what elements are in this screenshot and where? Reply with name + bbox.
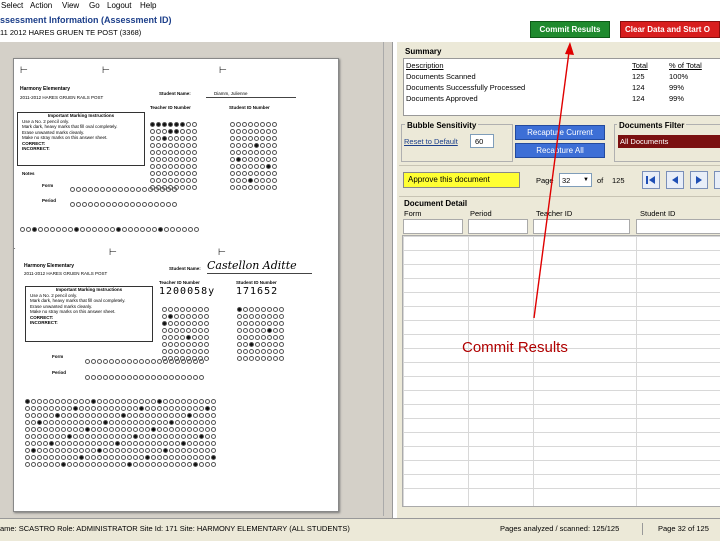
annotation-label: Commit Results	[462, 339, 568, 356]
annotation-arrow	[533, 42, 574, 319]
